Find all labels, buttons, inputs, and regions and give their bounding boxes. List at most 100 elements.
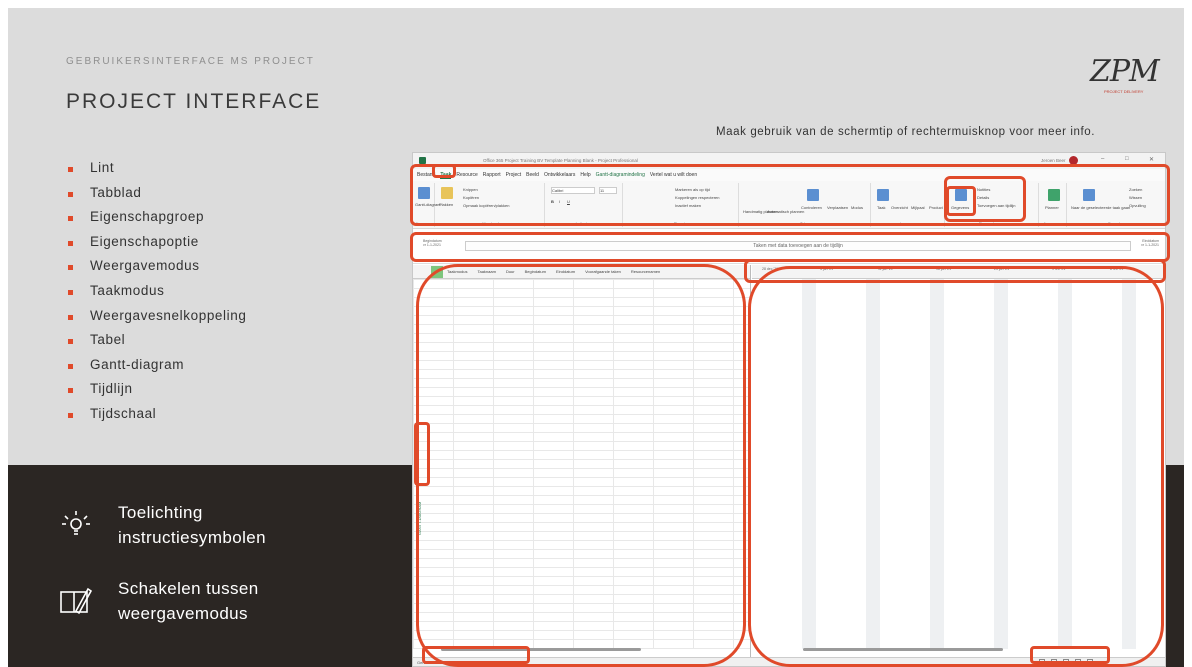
timescale-date: 18 jan '21 bbox=[936, 267, 952, 271]
underline-button[interactable]: U bbox=[567, 199, 570, 204]
avatar[interactable] bbox=[1069, 156, 1078, 165]
task-icon[interactable] bbox=[877, 189, 889, 201]
group-name: Weergave bbox=[414, 221, 433, 226]
gantt-horizontal-scrollbar[interactable] bbox=[803, 648, 1003, 651]
cut-button[interactable]: Knippen bbox=[463, 187, 478, 192]
tab-help[interactable]: Help bbox=[580, 172, 590, 178]
tell-me-input[interactable]: Vertel wat u wilt doen bbox=[650, 172, 697, 178]
view-team-planner-icon[interactable] bbox=[1063, 659, 1069, 665]
deliverable-button[interactable]: Product bbox=[929, 205, 943, 210]
bullet-item: Tijdlijn bbox=[66, 381, 246, 406]
milestone-button[interactable]: Mijlpaal bbox=[911, 205, 925, 210]
timeline-end-value: vr 1-1-2021 bbox=[1141, 243, 1159, 247]
information-button[interactable]: Gegevens bbox=[951, 205, 969, 210]
table-header: Taakmodus Taaknaam Duur Begindatum Eindd… bbox=[413, 265, 750, 279]
details-button[interactable]: Details bbox=[977, 195, 989, 200]
mark-on-track-button[interactable]: Markeren als op tijd bbox=[675, 187, 710, 192]
inspect-icon[interactable] bbox=[807, 189, 819, 201]
tab-project[interactable]: Project bbox=[506, 172, 522, 178]
bold-button[interactable]: B bbox=[551, 199, 554, 204]
column-header[interactable]: Voorafgaande taken bbox=[585, 269, 621, 274]
scroll-to-task-button[interactable]: Naar de geselecteerde taak gaan bbox=[1071, 205, 1130, 210]
respect-links-button[interactable]: Koppelingen respecteren bbox=[675, 195, 719, 200]
timeline-bar[interactable]: Taken met data toevoegen aan de tijdlijn bbox=[465, 241, 1131, 251]
group-name: Taken bbox=[800, 221, 811, 226]
timescale-date: 28 dec '20 bbox=[762, 267, 779, 271]
bullet-item: Tabel bbox=[66, 332, 246, 357]
timescale[interactable]: 28 dec '20 4 jan '21 11 jan '21 18 jan '… bbox=[752, 265, 1165, 279]
information-icon[interactable] bbox=[955, 189, 967, 201]
notes-button[interactable]: Notities bbox=[977, 187, 990, 192]
maximize-icon[interactable]: □ bbox=[1125, 156, 1129, 162]
bullet-item: Eigenschapoptie bbox=[66, 234, 246, 259]
planner-button[interactable]: Planner bbox=[1045, 205, 1059, 210]
view-usage-icon[interactable] bbox=[1051, 659, 1057, 665]
gantt-grid[interactable] bbox=[752, 279, 1165, 649]
scroll-to-task-icon[interactable] bbox=[1083, 189, 1095, 201]
inspect-button[interactable]: Controleren bbox=[801, 205, 822, 210]
group-lettertype: Calibri 11 B I U Lettertype bbox=[547, 183, 623, 227]
table-horizontal-scrollbar[interactable] bbox=[441, 648, 641, 651]
column-header[interactable]: Duur bbox=[506, 269, 515, 274]
column-header[interactable]: Taakmodus bbox=[447, 269, 467, 274]
font-select[interactable]: Calibri bbox=[551, 187, 595, 194]
timeline[interactable]: Begindatum vr 1-1-2021 Taken met data to… bbox=[413, 231, 1165, 264]
gantt-chart[interactable]: 28 dec '20 4 jan '21 11 jan '21 18 jan '… bbox=[752, 265, 1165, 660]
summary-button[interactable]: Overzicht bbox=[891, 205, 908, 210]
column-header[interactable]: Begindatum bbox=[525, 269, 546, 274]
task-mode-status[interactable]: Nieuwe taken: Handmatig gepland bbox=[437, 660, 498, 665]
move-button[interactable]: Verplaatsen bbox=[827, 205, 848, 210]
tab-beeld[interactable]: Beeld bbox=[526, 172, 539, 178]
view-gantt-icon[interactable] bbox=[1039, 659, 1045, 665]
minimize-icon[interactable]: – bbox=[1101, 156, 1104, 162]
bullet-item: Gantt-diagram bbox=[66, 357, 246, 382]
tab-resource[interactable]: Resource bbox=[456, 172, 477, 178]
tab-rapport[interactable]: Rapport bbox=[483, 172, 501, 178]
bullet-item: Taakmodus bbox=[66, 283, 246, 308]
column-header[interactable]: Taaknaam bbox=[477, 269, 495, 274]
timescale-date: 1 feb '21 bbox=[1052, 267, 1066, 271]
ms-project-window: Office 365 Project Training BV Template … bbox=[412, 152, 1166, 667]
font-size-select[interactable]: 11 bbox=[599, 187, 617, 194]
paste-label[interactable]: Plakken bbox=[439, 202, 453, 207]
column-header[interactable]: Einddatum bbox=[556, 269, 575, 274]
group-name: Planning bbox=[673, 221, 690, 226]
fill-button[interactable]: Opvulling bbox=[1129, 203, 1146, 208]
lightbulb-icon bbox=[56, 505, 96, 545]
tab-bestand[interactable]: Bestand bbox=[417, 172, 435, 178]
ribbon: Gantt-diagram Weergave Plakken Knippen K… bbox=[413, 181, 1165, 229]
group-invoegen: Taak Overzicht Mijlpaal Product Invoegen bbox=[873, 183, 945, 227]
close-icon[interactable]: ✕ bbox=[1149, 156, 1154, 163]
format-painter-button[interactable]: Opmaak kopiëren/plakken bbox=[463, 203, 509, 208]
inactivate-button[interactable]: Inactief maken bbox=[675, 203, 701, 208]
add-to-timeline-button[interactable]: Toevoegen aan tijdlijn bbox=[977, 203, 1015, 208]
gantt-chart-icon[interactable] bbox=[418, 187, 430, 199]
tip-text: Maak gebruik van de schermtip of rechter… bbox=[716, 126, 1096, 138]
auto-schedule-button[interactable]: Automatisch plannen bbox=[767, 209, 804, 214]
italic-button[interactable]: I bbox=[559, 199, 560, 204]
task-button[interactable]: Taak bbox=[877, 205, 885, 210]
clear-button[interactable]: Wissen bbox=[1129, 195, 1142, 200]
view-report-icon[interactable] bbox=[1087, 659, 1093, 665]
paste-icon[interactable] bbox=[441, 187, 453, 199]
bullet-item: Tijdschaal bbox=[66, 406, 246, 431]
group-apps: Planner Apps van... bbox=[1041, 183, 1067, 227]
copy-button[interactable]: Kopiëren bbox=[463, 195, 479, 200]
group-name: Bewerken bbox=[1108, 221, 1126, 226]
select-all-button[interactable] bbox=[431, 265, 443, 278]
mode-button[interactable]: Modus bbox=[851, 205, 863, 210]
tab-taak[interactable]: Taak bbox=[440, 172, 452, 179]
tab-gantt-format[interactable]: Gantt-diagramindeling bbox=[596, 172, 645, 178]
table-grid[interactable] bbox=[413, 279, 750, 649]
slide-subtitle: GEBRUIKERSINTERFACE MS PROJECT bbox=[66, 56, 315, 67]
task-table[interactable]: Taakmodus Taaknaam Duur Begindatum Eindd… bbox=[413, 265, 751, 660]
group-name: Klembord bbox=[481, 221, 500, 226]
column-header[interactable]: Resourcenamen bbox=[631, 269, 660, 274]
planner-icon[interactable] bbox=[1048, 189, 1060, 201]
legend-text: Toelichting instructiesymbolen bbox=[118, 503, 266, 547]
timescale-date: 11 jan '21 bbox=[878, 267, 893, 271]
find-button[interactable]: Zoeken bbox=[1129, 187, 1142, 192]
tab-ontwikkelaars[interactable]: Ontwikkelaars bbox=[544, 172, 575, 178]
bullet-item: Weergavemodus bbox=[66, 258, 246, 283]
view-resource-sheet-icon[interactable] bbox=[1075, 659, 1081, 665]
